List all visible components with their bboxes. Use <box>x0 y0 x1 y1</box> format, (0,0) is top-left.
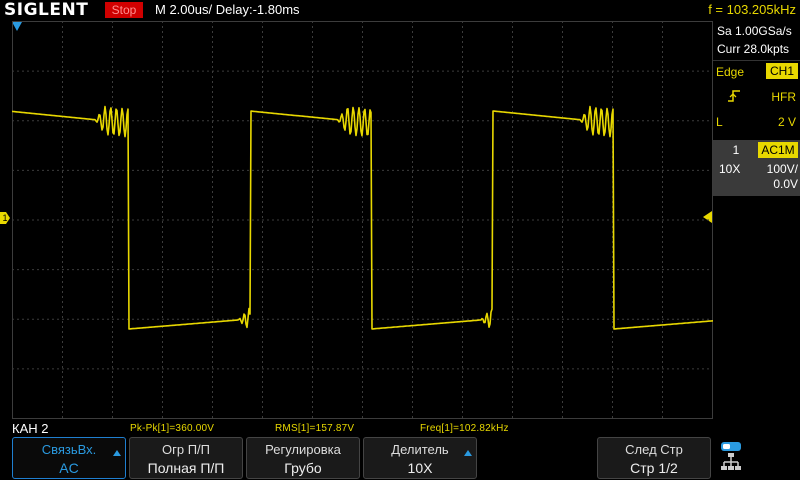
softkey-adjust-label: Регулировка <box>265 442 341 457</box>
trigger-source: CH1 <box>766 63 798 79</box>
network-icon <box>721 442 741 470</box>
softkey-coupling-label: СвязьВх. <box>41 442 97 457</box>
vertical-offset: 0.0V <box>773 177 798 191</box>
trigger-coupling: HFR <box>771 90 796 104</box>
softkey-empty[interactable] <box>480 437 594 479</box>
memory-depth: Curr 28.0kpts <box>717 42 790 56</box>
channel-1-panel[interactable]: 1 AC1M 10X 100V/ 0.0V <box>713 140 800 196</box>
softkey-empty-label <box>481 438 593 441</box>
softkey-next-value: Стр 1/2 <box>630 460 678 476</box>
menu-arrow-icon <box>113 450 121 456</box>
softkey-probe-value: 10X <box>407 460 433 476</box>
trigger-level-value: 2 V <box>777 115 796 129</box>
graticule <box>12 21 713 419</box>
timebase-value: M 2.00us/ <box>155 2 213 17</box>
measurement-pkpk[interactable]: Pk-Pk[1]=360.00V <box>130 420 214 437</box>
softkey-probe[interactable]: Делитель 10X <box>363 437 477 479</box>
trigger-type: Edge <box>716 65 745 79</box>
softkey-next-label: След Стр <box>625 442 683 457</box>
delay-value: Delay:-1.80ms <box>215 2 300 17</box>
probe-attenuation: 10X <box>719 162 741 176</box>
top-bar: SIGLENT Stop M 2.00us/ Delay:-1.80ms f =… <box>0 0 800 20</box>
waveform-display[interactable] <box>12 21 713 419</box>
grid-svg <box>12 21 713 419</box>
softkey-coupling-value: AC <box>59 460 79 476</box>
timebase-readout[interactable]: M 2.00us/ Delay:-1.80ms <box>155 0 300 20</box>
softkey-bandwidth-limit[interactable]: Огр П/П Полная П/П <box>129 437 243 479</box>
measurement-freq[interactable]: Freq[1]=102.82kHz <box>420 420 509 437</box>
trigger-level-label: L <box>716 115 723 129</box>
softkey-adjust-value: Грубо <box>284 460 322 476</box>
softkey-coupling[interactable]: СвязьВх. AC <box>12 437 126 479</box>
frequency-counter: f = 103.205kHz <box>708 2 796 17</box>
channel-1-marker[interactable]: 1 <box>0 212 10 224</box>
softkey-next-page[interactable]: След Стр Стр 1/2 <box>597 437 711 479</box>
run-stop-badge[interactable]: Stop <box>105 2 143 18</box>
channel-number: 1 <box>732 143 740 157</box>
measurement-rms[interactable]: RMS[1]=157.87V <box>275 420 354 437</box>
softkey-probe-label: Делитель <box>391 442 449 457</box>
softkey-bandwidth-value: Полная П/П <box>147 460 225 476</box>
brand-logo: SIGLENT <box>4 0 89 20</box>
active-channel-label: КАН 2 <box>12 421 49 436</box>
vertical-scale: 100V/ <box>766 162 798 176</box>
sample-rate: Sa 1.00GSa/s <box>717 24 792 38</box>
rising-edge-icon <box>728 90 740 102</box>
status-row: КАН 2 Pk-Pk[1]=360.00V RMS[1]=157.87V Fr… <box>0 420 800 437</box>
channel-coupling: AC1M <box>758 142 798 158</box>
softkey-bandwidth-label: Огр П/П <box>162 442 210 457</box>
menu-arrow-icon <box>464 450 472 456</box>
softkey-adjust[interactable]: Регулировка Грубо <box>246 437 360 479</box>
right-info-panel: Sa 1.00GSa/s Curr 28.0kpts Edge CH1 HFR … <box>713 20 800 420</box>
